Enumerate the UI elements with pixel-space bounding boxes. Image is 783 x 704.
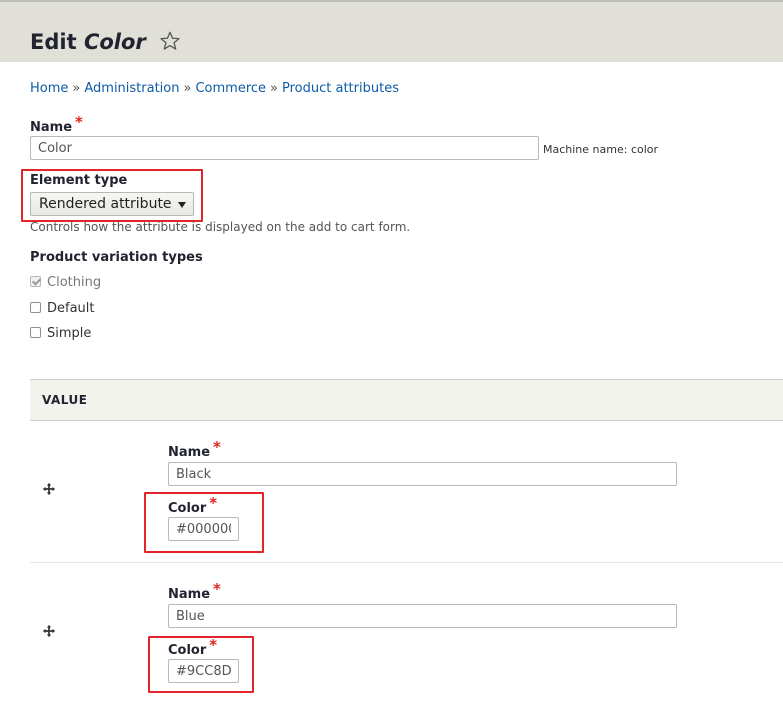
required-mark: * [75, 113, 83, 131]
caret-down-icon [178, 202, 186, 208]
page-title-entity: Color [83, 30, 146, 54]
element-type-label: Element type [30, 173, 128, 188]
required-mark: * [213, 580, 221, 598]
row-name-input[interactable] [168, 462, 677, 486]
row-name-label: Name * [168, 580, 221, 602]
row-name-input[interactable] [168, 604, 677, 628]
star-icon[interactable] [159, 30, 181, 52]
variation-type-label: Clothing [47, 275, 102, 290]
checkbox[interactable] [30, 302, 41, 313]
name-label: Name * [30, 113, 83, 135]
breadcrumb-separator: » [72, 81, 81, 96]
required-mark: * [209, 494, 218, 512]
row-divider [30, 562, 783, 563]
values-table-header: VALUE [30, 379, 783, 421]
element-type-select[interactable]: Rendered attribute [30, 192, 194, 216]
breadcrumb-administration[interactable]: Administration [84, 81, 179, 96]
values-column-header: VALUE [42, 393, 88, 407]
drag-handle-icon[interactable] [42, 624, 56, 638]
variation-type-simple[interactable]: Simple [30, 326, 91, 341]
page-title-prefix: Edit [30, 30, 77, 54]
required-mark: * [213, 438, 221, 456]
breadcrumb-separator: » [183, 81, 192, 96]
row-name-label-text: Name [168, 587, 211, 602]
name-input[interactable] [30, 136, 539, 160]
row-color-label: Color * [168, 494, 217, 516]
variation-type-label: Default [47, 301, 95, 316]
checkbox-checked[interactable] [30, 276, 41, 287]
variation-type-clothing[interactable]: Clothing [30, 275, 101, 290]
row-name-label-text: Name [168, 445, 211, 460]
breadcrumb: Home» Administration» Commerce» Product att… [30, 81, 399, 96]
row-color-label-text: Color [168, 501, 207, 516]
checkbox[interactable] [30, 327, 41, 338]
variation-type-label: Simple [47, 326, 92, 341]
row-color-label-text: Color [168, 643, 207, 658]
row-name-label: Name * [168, 438, 221, 460]
row-color-label: Color * [168, 636, 217, 658]
element-type-selected: Rendered attribute [39, 196, 172, 212]
breadcrumb-separator: » [270, 81, 278, 96]
drag-handle-icon[interactable] [42, 482, 56, 496]
variation-types-label: Product variation types [30, 250, 203, 265]
page-header: Edit Color [0, 0, 783, 62]
breadcrumb-commerce[interactable]: Commerce [195, 81, 266, 96]
breadcrumb-home[interactable]: Home [30, 81, 68, 96]
required-mark: * [209, 636, 218, 654]
element-type-description: Controls how the attribute is displayed … [30, 220, 411, 234]
machine-name-text: Machine name: color [543, 143, 659, 156]
variation-type-default[interactable]: Default [30, 301, 95, 316]
row-color-input[interactable] [168, 517, 239, 541]
breadcrumb-product-attributes[interactable]: Product attributes [282, 81, 399, 96]
name-label-text: Name [30, 120, 73, 135]
page-title: Edit Color [30, 30, 181, 54]
row-color-input[interactable] [168, 659, 239, 683]
